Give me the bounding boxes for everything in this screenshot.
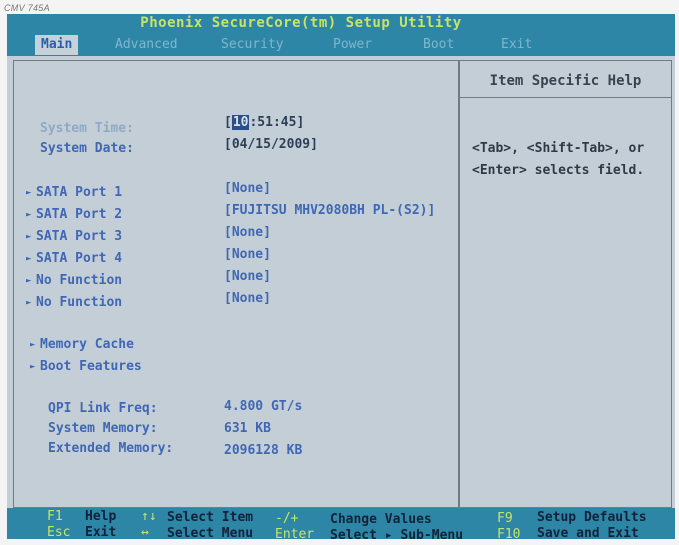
key-legend-bar: F1 Help ↑↓ Select Item -/+ Change Values… xyxy=(7,508,675,539)
qpi-link-freq-value: 4.800 GT/s xyxy=(224,399,303,414)
extended-memory-label: Extended Memory: xyxy=(48,441,174,456)
submenu-arrow-icon: ► xyxy=(26,276,32,286)
main-settings-pane: System Time: [10:51:45] System Date: [04… xyxy=(13,60,459,508)
enter-key: Enter xyxy=(275,527,315,539)
qpi-link-freq-label: QPI Link Freq: xyxy=(48,401,158,416)
sata-port-4-item[interactable]: ► SATA Port 4 xyxy=(26,251,122,266)
system-time-field[interactable]: [10:51:45] xyxy=(224,115,304,130)
system-memory-label: System Memory: xyxy=(48,421,158,436)
submenu-arrow-icon: ► xyxy=(26,298,32,308)
save-and-exit-hint: Save and Exit xyxy=(537,526,639,539)
select-item-hint: Select Item xyxy=(167,510,254,525)
exit-hint: Exit xyxy=(85,525,117,539)
submenu-arrow-icon: ► xyxy=(26,254,32,264)
menu-exit[interactable]: Exit xyxy=(495,35,538,55)
plus-minus-key: -/+ xyxy=(275,511,299,526)
monitor-model-label: CMV 745A xyxy=(4,3,50,13)
extended-memory-value: 2096128 KB xyxy=(224,443,303,458)
f9-key: F9 xyxy=(497,511,513,526)
bios-title: Phoenix SecureCore(tm) Setup Utility xyxy=(140,15,462,31)
setup-defaults-hint: Setup Defaults xyxy=(537,510,647,525)
help-hint: Help xyxy=(85,509,117,524)
no-function-2-value: [None] xyxy=(224,291,271,306)
submenu-arrow-icon: ► xyxy=(26,188,32,198)
sata-port-3-value: [None] xyxy=(224,225,271,240)
select-menu-hint: Select Menu xyxy=(167,526,254,539)
sata-port-3-item[interactable]: ► SATA Port 3 xyxy=(26,229,122,244)
help-text-line-1: <Tab>, <Shift-Tab>, or xyxy=(472,141,645,156)
help-text-line-2: <Enter> selects field. xyxy=(472,163,645,178)
submenu-arrow-icon: ► xyxy=(30,362,36,372)
f10-key: F10 xyxy=(497,527,521,539)
no-function-1-item[interactable]: ► No Function xyxy=(26,273,122,288)
select-submenu-hint: Select ▸ Sub-Menu xyxy=(330,528,464,539)
memory-cache-item[interactable]: ► Memory Cache xyxy=(30,337,134,352)
sata-port-1-item[interactable]: ► SATA Port 1 xyxy=(26,185,122,200)
system-time-rest: :51:45] xyxy=(249,115,305,130)
bios-screen: Phoenix SecureCore(tm) Setup Utility Mai… xyxy=(7,14,675,539)
menu-advanced[interactable]: Advanced xyxy=(109,35,184,55)
sata-port-2-value: [FUJITSU MHV2080BH PL-(S2)] xyxy=(224,203,436,218)
boot-features-item[interactable]: ► Boot Features xyxy=(30,359,142,374)
menu-boot[interactable]: Boot xyxy=(417,35,460,55)
change-values-hint: Change Values xyxy=(330,512,432,527)
no-function-1-value: [None] xyxy=(224,269,271,284)
menu-main[interactable]: Main xyxy=(35,35,79,55)
submenu-arrow-icon: ► xyxy=(26,210,32,220)
left-right-arrow-icon: ↔ xyxy=(141,525,149,539)
system-time-open-bracket: [ xyxy=(224,115,232,130)
help-pane: Item Specific Help <Tab>, <Shift-Tab>, o… xyxy=(459,60,672,508)
help-title: Item Specific Help xyxy=(460,61,671,98)
system-time-hour[interactable]: 10 xyxy=(231,115,250,130)
f1-key: F1 xyxy=(47,509,63,524)
esc-key: Esc xyxy=(47,525,71,539)
no-function-2-item[interactable]: ► No Function xyxy=(26,295,122,310)
up-down-arrow-icon: ↑↓ xyxy=(141,509,157,524)
menu-security[interactable]: Security xyxy=(215,35,290,55)
sata-port-4-value: [None] xyxy=(224,247,271,262)
sata-port-2-item[interactable]: ► SATA Port 2 xyxy=(26,207,122,222)
system-date-label: System Date: xyxy=(40,141,134,156)
system-memory-value: 631 KB xyxy=(224,421,271,436)
menu-power[interactable]: Power xyxy=(327,35,378,55)
system-date-field[interactable]: [04/15/2009] xyxy=(224,137,318,152)
bios-title-bar: Phoenix SecureCore(tm) Setup Utility xyxy=(7,14,675,32)
system-time-label: System Time: xyxy=(40,121,134,136)
sata-port-1-value: [None] xyxy=(224,181,271,196)
submenu-arrow-icon: ► xyxy=(30,340,36,350)
submenu-arrow-icon: ► xyxy=(26,232,32,242)
menu-bar: Main Advanced Security Power Boot Exit xyxy=(7,32,675,56)
